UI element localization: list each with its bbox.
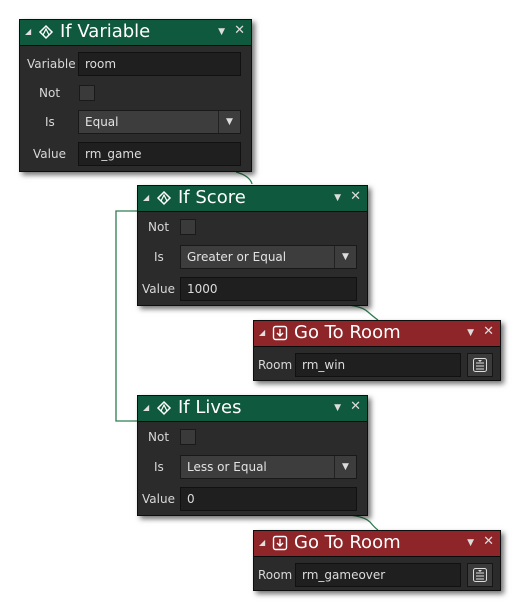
dropdown-arrow-icon[interactable]: ▼ (334, 246, 356, 268)
not-checkbox[interactable] (180, 429, 196, 445)
block-menu-dropdown-icon[interactable]: ▼ (334, 193, 341, 203)
conditional-icon (156, 400, 172, 416)
is-select[interactable]: Greater or Equal ▼ (180, 245, 357, 269)
go-to-room-icon (272, 325, 288, 341)
block-menu-dropdown-icon[interactable]: ▼ (467, 538, 474, 548)
if-score-header[interactable]: ◢ If Score ▼ ✕ (138, 186, 367, 212)
close-icon[interactable]: ✕ (234, 23, 245, 38)
block-title: Go To Room (294, 322, 401, 343)
close-icon[interactable]: ✕ (350, 399, 361, 414)
block-title: Go To Room (294, 532, 401, 553)
block-menu-dropdown-icon[interactable]: ▼ (334, 403, 341, 413)
dropdown-arrow-icon[interactable]: ▼ (334, 456, 356, 478)
is-select-value: Less or Equal (187, 460, 267, 474)
close-icon[interactable]: ✕ (483, 324, 494, 339)
if-lives-header[interactable]: ◢ If Lives ▼ ✕ (138, 396, 367, 422)
go-to-room-icon (272, 535, 288, 551)
collapse-triangle-icon[interactable]: ◢ (259, 538, 265, 547)
go-to-room-block[interactable]: ◢ Go To Room ▼ ✕ Room rm_win (253, 320, 501, 381)
not-label: Not (148, 220, 170, 234)
room-picker-button[interactable] (467, 353, 493, 377)
block-title: If Lives (178, 397, 242, 418)
conditional-icon (38, 24, 54, 40)
value-label: Value (142, 282, 175, 296)
close-icon[interactable]: ✕ (483, 534, 494, 549)
block-title: If Variable (60, 21, 151, 42)
value-field[interactable]: 0 (180, 487, 357, 511)
collapse-triangle-icon[interactable]: ◢ (143, 403, 149, 412)
collapse-triangle-icon[interactable]: ◢ (259, 328, 265, 337)
room-field[interactable]: rm_win (295, 353, 461, 377)
block-menu-dropdown-icon[interactable]: ▼ (218, 27, 225, 37)
is-label: Is (154, 250, 164, 264)
not-checkbox[interactable] (180, 219, 196, 235)
collapse-triangle-icon[interactable]: ◢ (143, 193, 149, 202)
room-picker-icon (473, 358, 487, 372)
close-icon[interactable]: ✕ (350, 189, 361, 204)
if-score-block[interactable]: ◢ If Score ▼ ✕ Not Is Greater or Equal ▼… (137, 185, 368, 306)
variable-label: Variable (27, 57, 76, 71)
room-field[interactable]: rm_gameover (295, 563, 461, 587)
if-variable-header[interactable]: ◢ If Variable ▼ ✕ (20, 20, 251, 46)
is-select-value: Greater or Equal (187, 250, 287, 264)
not-checkbox[interactable] (79, 85, 95, 101)
is-select-value: Equal (85, 115, 119, 129)
room-picker-icon (473, 568, 487, 582)
if-variable-block[interactable]: ◢ If Variable ▼ ✕ Variable room Not Is E… (19, 19, 252, 172)
dropdown-arrow-icon[interactable]: ▼ (218, 111, 240, 133)
room-label: Room (258, 568, 293, 582)
block-menu-dropdown-icon[interactable]: ▼ (467, 328, 474, 338)
if-lives-block[interactable]: ◢ If Lives ▼ ✕ Not Is Less or Equal ▼ Va… (137, 395, 368, 516)
collapse-triangle-icon[interactable]: ◢ (25, 27, 31, 36)
block-title: If Score (178, 187, 246, 208)
value-label: Value (33, 147, 66, 161)
go-to-room-block[interactable]: ◢ Go To Room ▼ ✕ Room rm_gameover (253, 530, 501, 591)
room-label: Room (258, 358, 293, 372)
go-to-room-header[interactable]: ◢ Go To Room ▼ ✕ (254, 531, 500, 557)
is-label: Is (154, 460, 164, 474)
value-field[interactable]: rm_game (78, 142, 241, 166)
is-select[interactable]: Equal ▼ (78, 110, 241, 134)
value-label: Value (142, 492, 175, 506)
conditional-icon (156, 190, 172, 206)
go-to-room-header[interactable]: ◢ Go To Room ▼ ✕ (254, 321, 500, 347)
is-select[interactable]: Less or Equal ▼ (180, 455, 357, 479)
value-field[interactable]: 1000 (180, 277, 357, 301)
not-label: Not (39, 86, 61, 100)
variable-field[interactable]: room (78, 52, 241, 76)
not-label: Not (148, 430, 170, 444)
is-label: Is (45, 115, 55, 129)
room-picker-button[interactable] (467, 563, 493, 587)
